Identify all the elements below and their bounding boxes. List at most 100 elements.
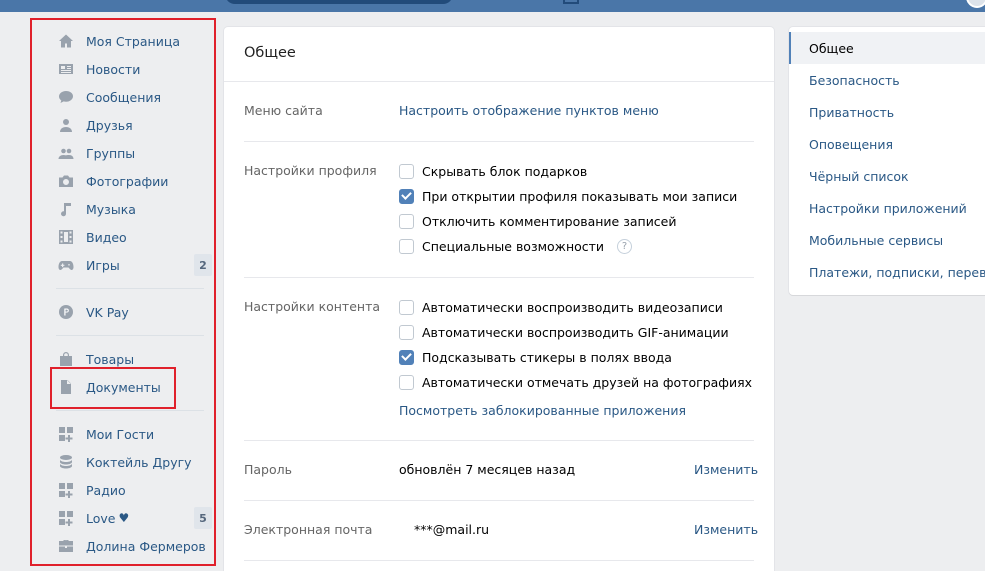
hide-gifts-option[interactable]: Скрывать блок подарков [399,162,587,180]
sidebar-item-my-page[interactable]: Моя Страница [58,27,212,55]
settings-tab-app-settings[interactable]: Настройки приложений [789,192,985,224]
settings-tab-blacklist[interactable]: Чёрный список [789,160,985,192]
sidebar-item-label: Моя Страница [86,33,180,49]
email-value: ***@mail.ru [414,522,490,537]
left-sidebar: Моя Страница Новости Сообщения Друзья Гр… [30,18,216,566]
video-icon [58,229,74,245]
sidebar-item-label: Фотографии [86,173,169,189]
autoplay-video-checkbox[interactable] [399,299,414,315]
sticker-hints-checkbox[interactable] [399,349,414,365]
sidebar-item-label: VK Pay [86,304,129,320]
sidebar-item-news[interactable]: Новости [58,55,212,83]
app-icon [58,510,74,526]
sidebar-item-love[interactable]: Love ♥ 5 [58,504,212,532]
page-title: Общее [244,45,296,61]
checkbox-label: Скрывать блок подарков [422,163,588,179]
app-icon [58,426,74,442]
sidebar-item-groups[interactable]: Группы [58,139,212,167]
sidebar-item-cocktail[interactable]: Коктейль Другу [58,448,212,476]
sidebar-item-label: Игры [86,257,120,273]
divider [244,560,754,561]
sidebar-item-my-guests[interactable]: Мои Гости [58,420,212,448]
messages-icon [58,89,74,105]
documents-highlight [50,367,176,409]
change-email-link[interactable]: Изменить [694,522,758,537]
hide-gifts-checkbox[interactable] [399,163,414,179]
change-password-link[interactable]: Изменить [694,462,758,477]
sidebar-item-friends[interactable]: Друзья [58,111,212,139]
help-icon[interactable]: ? [617,238,633,254]
autoplay-video-option[interactable]: Автоматически воспроизводить видеозаписи [399,298,723,316]
sidebar-item-label: Музыка [86,201,136,217]
checkbox-label: При открытии профиля показывать мои запи… [422,188,738,204]
checkbox-label: Подсказывать стикеры в полях ввода [422,349,672,365]
auto-tag-friends-option[interactable]: Автоматически отмечать друзей на фотогра… [399,373,752,391]
settings-tab-privacy[interactable]: Приватность [789,96,985,128]
divider [244,440,754,441]
sidebar-divider [56,335,204,336]
show-my-posts-checkbox[interactable] [399,188,414,204]
disable-comments-option[interactable]: Отключить комментирование записей [399,212,677,230]
accessibility-option[interactable]: Специальные возможности ? [399,237,633,255]
sticker-hints-option[interactable]: Подсказывать стикеры в полях ввода [399,348,672,366]
sidebar-item-radio[interactable]: Радио [58,476,212,504]
sidebar-item-games[interactable]: Игры 2 [58,251,212,279]
sidebar-item-photos[interactable]: Фотографии [58,167,212,195]
sidebar-item-label: Love [86,510,116,526]
heart-icon: ♥ [118,511,130,525]
stack-icon [58,454,74,470]
friends-icon [58,117,74,133]
sidebar-item-messages[interactable]: Сообщения [58,83,212,111]
sidebar-item-video[interactable]: Видео [58,223,212,251]
sidebar-item-label: Друзья [86,117,133,133]
briefcase-icon [58,538,74,554]
profile-settings-label: Настройки профиля [244,163,377,178]
checkbox-label: Отключить комментирование записей [422,213,677,229]
settings-panel: Общее Меню сайта Настроить отображение п… [224,27,774,571]
autoplay-gif-option[interactable]: Автоматически воспроизводить GIF-анимаци… [399,323,729,341]
blocked-apps-link[interactable]: Посмотреть заблокированные приложения [399,403,686,418]
auto-tag-friends-checkbox[interactable] [399,374,414,390]
checkbox-label: Автоматически воспроизводить видеозаписи [422,299,723,315]
vkpay-icon [58,304,74,320]
settings-tab-notifications[interactable]: Оповещения [789,128,985,160]
checkbox-label: Автоматически воспроизводить GIF-анимаци… [422,324,729,340]
sidebar-item-vk-pay[interactable]: VK Pay [58,298,212,326]
games-counter: 2 [194,254,212,276]
gamepad-icon [58,257,74,273]
settings-tab-payments[interactable]: Платежи, подписки, переводы [789,256,985,288]
notifications-icon[interactable] [563,0,579,4]
email-label: Электронная почта [244,522,373,537]
search-field[interactable] [225,0,453,4]
sidebar-item-label: Сообщения [86,89,162,105]
sidebar-item-label: Радио [86,482,126,498]
configure-menu-link[interactable]: Настроить отображение пунктов меню [399,103,659,118]
password-status: обновлён 7 месяцев назад [399,462,576,477]
sidebar-divider [56,288,204,289]
password-label: Пароль [244,462,292,477]
disable-comments-checkbox[interactable] [399,213,414,229]
settings-tab-mobile-services[interactable]: Мобильные сервисы [789,224,985,256]
divider [224,81,774,82]
avatar[interactable] [966,0,985,8]
menu-settings-label: Меню сайта [244,103,323,118]
accessibility-checkbox[interactable] [399,238,414,254]
divider [244,277,754,278]
settings-tab-general[interactable]: Общее [789,32,985,64]
checkbox-label: Специальные возможности [422,238,605,254]
sidebar-item-farm-valley[interactable]: Долина Фермеров [58,532,212,560]
sidebar-item-label: Коктейль Другу [86,454,192,470]
content-settings-label: Настройки контента [244,299,381,314]
sidebar-item-music[interactable]: Музыка [58,195,212,223]
checkbox-label: Автоматически отмечать друзей на фотогра… [422,374,753,390]
groups-icon [58,145,74,161]
autoplay-gif-checkbox[interactable] [399,324,414,340]
love-counter: 5 [194,507,212,529]
show-my-posts-option[interactable]: При открытии профиля показывать мои запи… [399,187,737,205]
sidebar-item-label: Группы [86,145,136,161]
camera-icon [58,173,74,189]
music-icon [58,201,74,217]
sidebar-item-label: Долина Фермеров [86,538,206,554]
bag-icon [58,351,74,367]
settings-tab-security[interactable]: Безопасность [789,64,985,96]
